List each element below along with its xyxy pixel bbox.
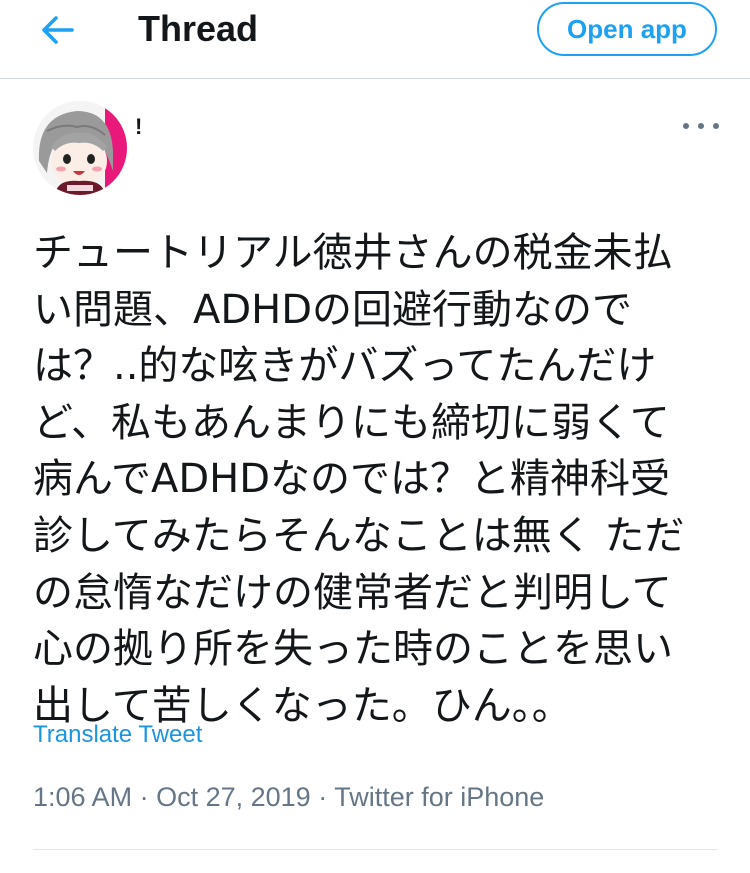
- meta-separator: ·: [139, 782, 149, 812]
- meta-separator: ·: [318, 782, 328, 812]
- translate-tweet-link[interactable]: Translate Tweet: [33, 720, 202, 750]
- page-title: Thread: [138, 8, 259, 49]
- back-button[interactable]: [30, 8, 86, 52]
- tweet-time[interactable]: 1:06 AM: [33, 782, 132, 812]
- divider: [33, 849, 717, 850]
- more-horizontal-icon: [683, 123, 689, 129]
- tweet-source[interactable]: Twitter for iPhone: [334, 782, 544, 812]
- open-app-button[interactable]: Open app: [537, 2, 717, 56]
- arrow-left-icon: [42, 16, 74, 44]
- avatar[interactable]: [33, 101, 127, 195]
- top-bar: Thread Open app: [0, 0, 750, 79]
- more-options-button[interactable]: [683, 114, 719, 138]
- author-name[interactable]: !: [135, 115, 142, 139]
- more-horizontal-icon: [698, 123, 704, 129]
- tweet-text: チュートリアル徳井さんの税金未払 い問題、ADHDの回避行動なので は？..的な…: [33, 230, 685, 729]
- user-avatar-illustration: [33, 101, 127, 195]
- tweet-meta: 1:06 AM · Oct 27, 2019 · Twitter for iPh…: [33, 781, 544, 813]
- thread-page: Thread Open app ! チュートリアル徳井さんの税金未払 い問題、A…: [0, 0, 750, 873]
- tweet-date[interactable]: Oct 27, 2019: [156, 782, 311, 812]
- more-horizontal-icon: [713, 123, 719, 129]
